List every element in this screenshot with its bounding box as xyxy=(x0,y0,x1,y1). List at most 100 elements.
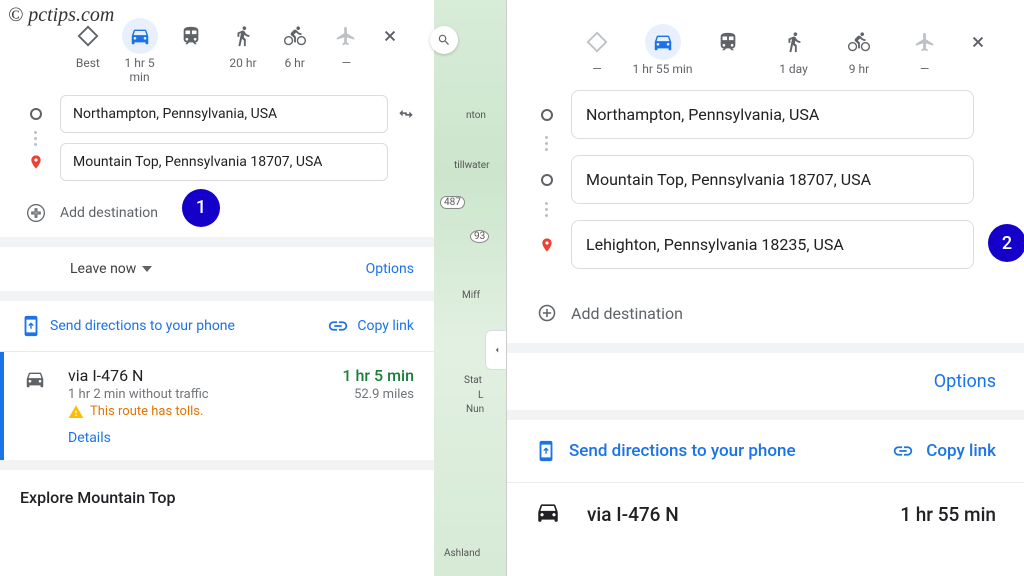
mode-bike-label: 6 hr xyxy=(284,56,304,70)
send-phone-label: Send directions to your phone xyxy=(569,441,796,461)
stop3-input[interactable] xyxy=(571,220,974,269)
map-label: Miff xyxy=(462,290,480,301)
car-icon xyxy=(652,31,674,53)
mode-plane[interactable]: — xyxy=(321,18,373,70)
separator xyxy=(507,343,1024,353)
waypoints-list: 2 xyxy=(507,80,1024,295)
mode-walk-label: 1 day xyxy=(779,62,808,76)
zoom-search-button[interactable] xyxy=(430,26,458,54)
copy-link-button[interactable]: Copy link xyxy=(327,315,414,337)
directions-card: Best 1 hr 5 min 20 hr 6 hr — xyxy=(0,0,434,525)
route-card[interactable]: via I-476 N 1 hr 5 min 1 hr 2 min without… xyxy=(0,352,434,460)
copy-link-label: Copy link xyxy=(357,318,414,334)
car-icon xyxy=(535,499,587,529)
directions-card: — 1 hr 55 min 1 day 9 hr — xyxy=(507,0,1024,529)
diamond-icon xyxy=(77,25,99,47)
close-directions-button[interactable] xyxy=(372,18,408,54)
route-time: 1 hr 55 min xyxy=(900,503,996,526)
mode-car-label: 1 hr 55 min xyxy=(633,62,693,76)
close-icon xyxy=(970,34,986,50)
separator xyxy=(0,291,434,301)
mode-car[interactable]: 1 hr 55 min xyxy=(633,24,693,76)
map-label: Stat xyxy=(464,375,482,386)
mode-bike[interactable]: 6 hr xyxy=(269,18,321,70)
share-actions-row: Send directions to your phone Copy link xyxy=(0,301,434,351)
mode-best-label: — xyxy=(592,62,601,76)
annotation-badge-2: 2 xyxy=(988,224,1024,262)
route-details-link[interactable]: Details xyxy=(68,430,414,446)
mode-bike[interactable]: 9 hr xyxy=(829,24,889,76)
leave-now-label: Leave now xyxy=(70,261,136,277)
watermark-text: © pctips.com xyxy=(8,4,114,27)
route-card[interactable]: via I-476 N 1 hr 55 min xyxy=(507,483,1024,529)
separator xyxy=(507,410,1024,420)
travel-mode-row: — 1 hr 55 min 1 day 9 hr — xyxy=(507,0,1024,80)
walk-icon xyxy=(232,25,254,47)
destination-input[interactable] xyxy=(60,143,388,181)
route-toll-warning: This route has tolls. xyxy=(68,404,414,420)
swap-icon xyxy=(396,104,416,124)
right-pane: — 1 hr 55 min 1 day 9 hr — xyxy=(507,0,1024,576)
route-shield: 487 xyxy=(440,196,465,209)
route-distance: 52.9 miles xyxy=(354,387,414,402)
route-name: via I-476 N xyxy=(68,366,143,385)
mode-best[interactable]: — xyxy=(567,24,627,76)
options-link[interactable]: Options xyxy=(366,261,414,277)
plus-circle-icon xyxy=(24,203,48,223)
link-icon xyxy=(327,315,349,337)
plane-icon xyxy=(914,31,936,53)
waypoint-stop3-row: 2 xyxy=(535,220,974,269)
warning-icon xyxy=(68,404,84,420)
origin-input[interactable] xyxy=(60,95,388,133)
origin-marker-icon xyxy=(24,108,48,120)
leave-now-dropdown[interactable]: Leave now xyxy=(70,261,152,277)
mode-transit[interactable] xyxy=(165,18,217,70)
waypoint-origin-row xyxy=(24,95,424,133)
route-traffic-note: 1 hr 2 min without traffic xyxy=(68,387,209,402)
mode-car-label: 1 hr 5 min xyxy=(114,56,166,85)
route-name: via I-476 N xyxy=(587,503,900,526)
send-phone-icon xyxy=(20,315,42,337)
collapse-panel-button[interactable] xyxy=(485,330,506,370)
diamond-icon xyxy=(586,31,608,53)
copy-link-button[interactable]: Copy link xyxy=(892,440,996,462)
swap-button[interactable] xyxy=(388,104,424,124)
add-destination-button[interactable]: Add destination xyxy=(507,295,1024,343)
route-time: 1 hr 5 min xyxy=(342,366,414,385)
mode-car[interactable]: 1 hr 5 min xyxy=(114,18,166,85)
map-label: nton xyxy=(466,110,486,121)
close-directions-button[interactable] xyxy=(960,24,996,60)
waypoint-stop1-row xyxy=(535,90,974,139)
add-destination-label: Add destination xyxy=(571,304,683,323)
mode-transit[interactable] xyxy=(698,24,758,76)
send-to-phone-button[interactable]: Send directions to your phone xyxy=(20,315,235,337)
train-icon xyxy=(717,31,739,53)
mode-walk-label: 20 hr xyxy=(229,56,256,70)
plus-circle-icon xyxy=(535,303,559,323)
waypoint-connector-dots xyxy=(545,202,548,217)
map-background[interactable]: nton tillwater Miff Stat L Nun Ashland 4… xyxy=(434,0,506,576)
stop2-input[interactable] xyxy=(571,155,974,204)
stop1-input[interactable] xyxy=(571,90,974,139)
separator xyxy=(0,237,434,247)
route-shield: 93 xyxy=(470,230,489,243)
send-to-phone-button[interactable]: Send directions to your phone xyxy=(535,440,796,462)
waypoint-connector-dots xyxy=(545,136,548,151)
destination-marker-icon xyxy=(24,154,48,170)
options-link[interactable]: Options xyxy=(934,371,996,392)
add-destination-label: Add destination xyxy=(60,205,158,221)
close-icon xyxy=(382,28,398,44)
mode-walk[interactable]: 1 day xyxy=(764,24,824,76)
map-label: L xyxy=(478,390,483,401)
mode-walk[interactable]: 20 hr xyxy=(217,18,269,70)
add-destination-button[interactable]: Add destination 1 xyxy=(0,197,434,237)
mode-best-label: Best xyxy=(76,56,100,70)
map-label: tillwater xyxy=(454,160,489,171)
mode-plane-label: — xyxy=(920,62,929,76)
mode-plane[interactable]: — xyxy=(895,24,955,76)
share-actions-row: Send directions to your phone Copy link xyxy=(507,420,1024,482)
waypoint-connector-dots xyxy=(34,131,37,146)
explore-heading[interactable]: Explore Mountain Top xyxy=(0,470,434,525)
waypoints-list xyxy=(0,89,434,197)
split-container: nton tillwater Miff Stat L Nun Ashland 4… xyxy=(0,0,1024,576)
